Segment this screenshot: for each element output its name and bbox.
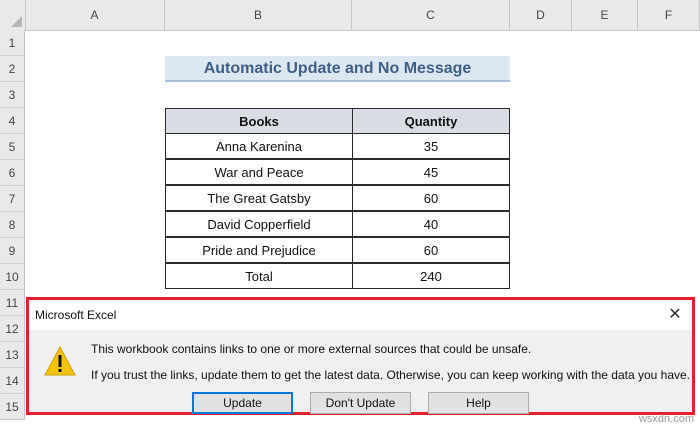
close-icon[interactable]: ✕ xyxy=(658,300,692,330)
row-header-11[interactable]: 11 xyxy=(0,290,25,316)
table-cell-quantity[interactable]: 60 xyxy=(352,237,510,263)
update-button[interactable]: Update xyxy=(192,392,293,414)
help-button[interactable]: Help xyxy=(428,392,529,414)
dialog-titlebar[interactable]: Microsoft Excel ✕ xyxy=(29,300,692,330)
table-cell-book[interactable]: Anna Karenina xyxy=(165,133,353,159)
row-header-9[interactable]: 9 xyxy=(0,238,25,264)
dialog-title: Microsoft Excel xyxy=(35,308,117,322)
select-all-triangle-icon xyxy=(11,16,22,27)
external-links-dialog: Microsoft Excel ✕ This workbook contains… xyxy=(26,297,695,415)
table-cell-book[interactable]: David Copperfield xyxy=(165,211,353,237)
row-header-10[interactable]: 10 xyxy=(0,264,25,290)
table-cell-book[interactable]: War and Peace xyxy=(165,159,353,185)
table-header-books[interactable]: Books xyxy=(165,108,353,134)
row-header-15[interactable]: 15 xyxy=(0,394,25,420)
table-cell-total-value[interactable]: 240 xyxy=(352,263,510,289)
table-cell-book[interactable]: The Great Gatsby xyxy=(165,185,353,211)
dialog-message-line1: This workbook contains links to one or m… xyxy=(91,342,532,356)
column-header-bar: A B C D E F xyxy=(0,0,700,31)
column-header-d[interactable]: D xyxy=(510,0,572,30)
row-header-13[interactable]: 13 xyxy=(0,342,25,368)
table-cell-total-label[interactable]: Total xyxy=(165,263,353,289)
row-header-2[interactable]: 2 xyxy=(0,56,25,82)
row-header-8[interactable]: 8 xyxy=(0,212,25,238)
row-header-7[interactable]: 7 xyxy=(0,186,25,212)
row-header-6[interactable]: 6 xyxy=(0,160,25,186)
column-header-c[interactable]: C xyxy=(352,0,510,30)
watermark: wsxdn.com xyxy=(638,413,694,425)
column-header-b[interactable]: B xyxy=(165,0,352,30)
row-header-12[interactable]: 12 xyxy=(0,316,25,342)
table-cell-quantity[interactable]: 35 xyxy=(352,133,510,159)
select-all-corner[interactable] xyxy=(0,0,26,30)
column-header-e[interactable]: E xyxy=(572,0,638,30)
table-cell-book[interactable]: Pride and Prejudice xyxy=(165,237,353,263)
sheet-title-cell[interactable]: Automatic Update and No Message xyxy=(165,56,510,82)
table-header-quantity[interactable]: Quantity xyxy=(352,108,510,134)
column-header-a[interactable]: A xyxy=(25,0,165,30)
column-header-f[interactable]: F xyxy=(638,0,700,30)
row-header-1[interactable]: 1 xyxy=(0,30,25,56)
row-header-14[interactable]: 14 xyxy=(0,368,25,394)
row-header-4[interactable]: 4 xyxy=(0,108,25,134)
dialog-message-line2: If you trust the links, update them to g… xyxy=(91,368,691,382)
dont-update-button[interactable]: Don't Update xyxy=(310,392,411,414)
table-cell-quantity[interactable]: 40 xyxy=(352,211,510,237)
table-cell-quantity[interactable]: 45 xyxy=(352,159,510,185)
row-header-3[interactable]: 3 xyxy=(0,82,25,108)
row-header-5[interactable]: 5 xyxy=(0,134,25,160)
warning-icon xyxy=(44,345,76,376)
table-cell-quantity[interactable]: 60 xyxy=(352,185,510,211)
